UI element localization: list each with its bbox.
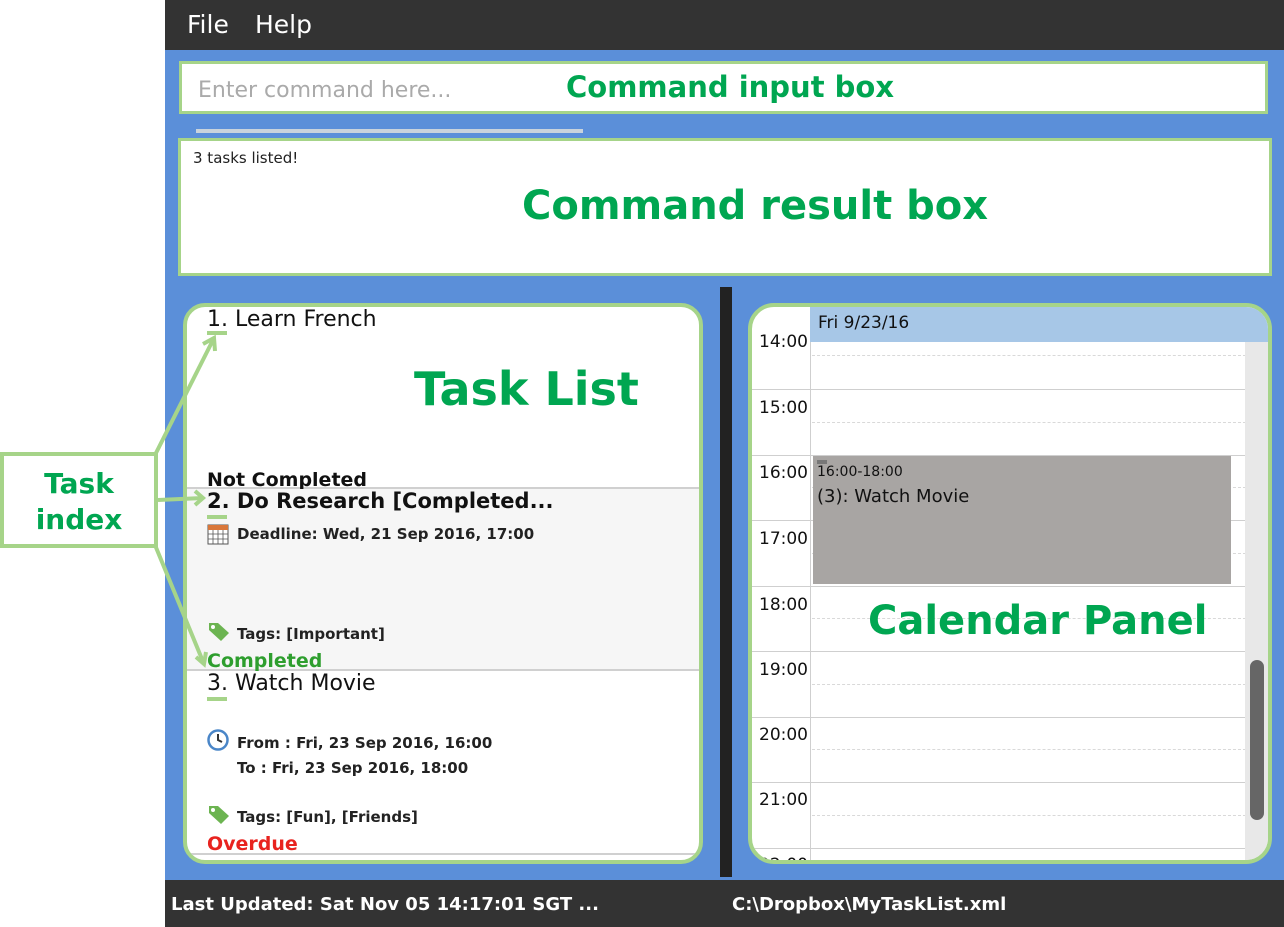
task-index-label: Task index	[35, 467, 123, 536]
task-index-arrows	[153, 334, 217, 668]
task-index-annotation: Task index	[0, 452, 158, 548]
